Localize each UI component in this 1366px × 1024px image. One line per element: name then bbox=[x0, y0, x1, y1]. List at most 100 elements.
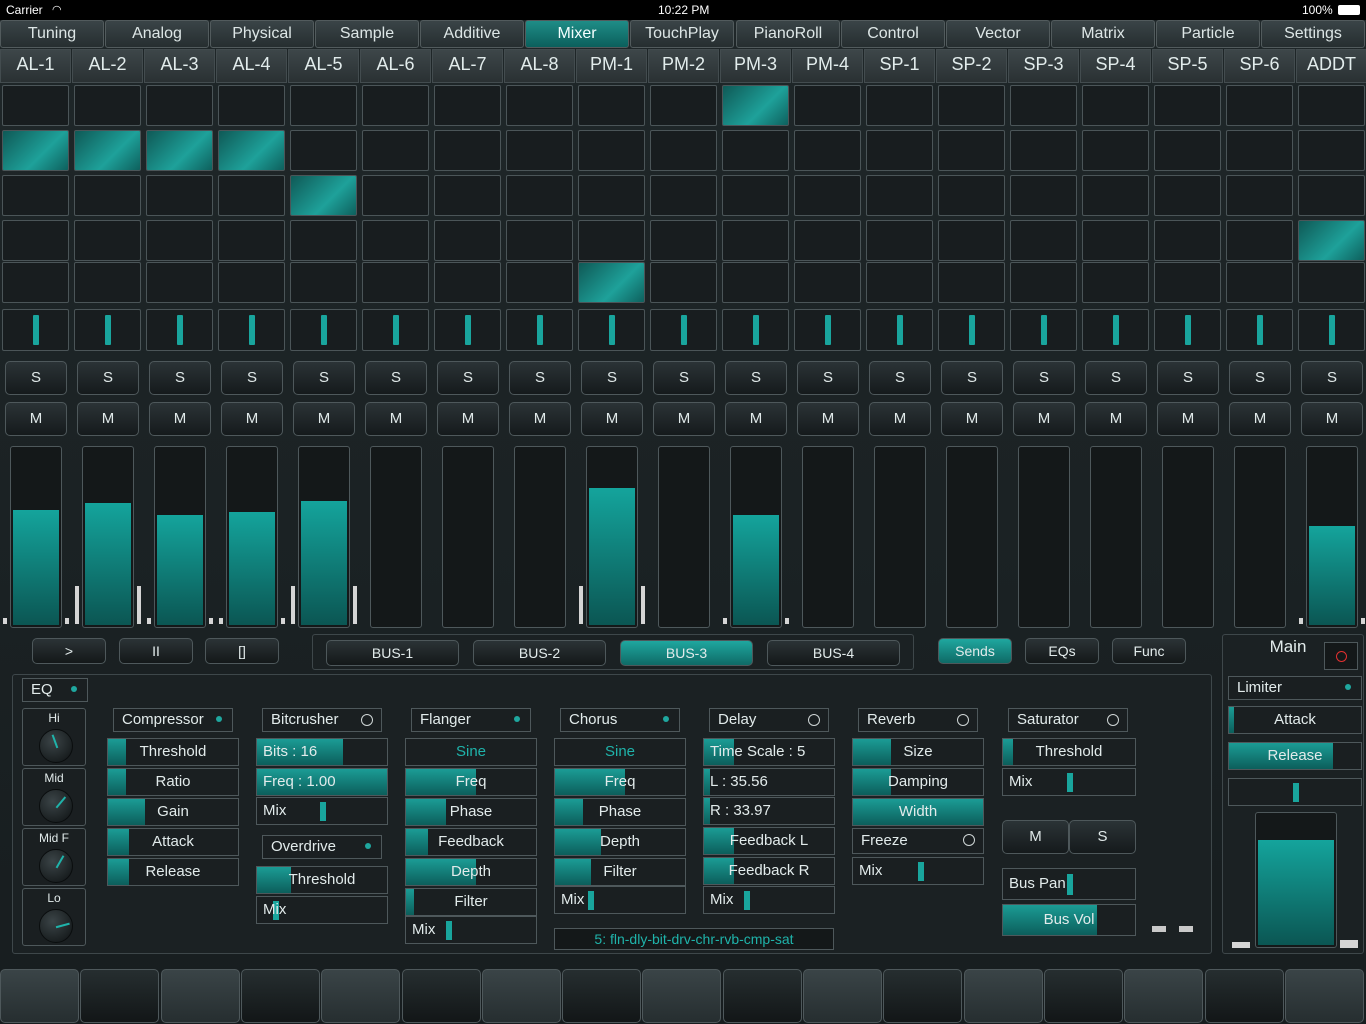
pan-control[interactable] bbox=[1154, 309, 1221, 351]
send-cell[interactable] bbox=[866, 130, 933, 171]
send-cell[interactable] bbox=[1226, 85, 1293, 126]
send-cell[interactable] bbox=[794, 130, 861, 171]
solo-button[interactable]: S bbox=[725, 361, 787, 395]
overdrive-threshold-slider[interactable]: Threshold bbox=[256, 866, 388, 894]
solo-button[interactable]: S bbox=[1229, 361, 1291, 395]
send-cell[interactable] bbox=[722, 175, 789, 216]
send-cell[interactable] bbox=[650, 262, 717, 303]
chorus-phase-slider[interactable]: Phase bbox=[554, 798, 686, 826]
mute-button[interactable]: M bbox=[365, 402, 427, 436]
mute-button[interactable]: M bbox=[5, 402, 67, 436]
freeze-toggle[interactable]: Freeze bbox=[852, 828, 984, 854]
compressor-threshold-slider[interactable]: Threshold bbox=[107, 738, 239, 766]
send-cell[interactable] bbox=[1154, 262, 1221, 303]
eq-knob[interactable] bbox=[39, 849, 73, 883]
send-cell[interactable] bbox=[866, 220, 933, 261]
delay-toggle[interactable]: Delay bbox=[709, 708, 829, 732]
send-cell[interactable] bbox=[146, 130, 213, 171]
eq-knob[interactable] bbox=[39, 909, 73, 943]
send-cell[interactable] bbox=[146, 175, 213, 216]
send-cell[interactable] bbox=[74, 175, 141, 216]
eq-knob[interactable] bbox=[39, 789, 73, 823]
send-cell[interactable] bbox=[1010, 262, 1077, 303]
send-cell[interactable] bbox=[434, 175, 501, 216]
channel-fader[interactable] bbox=[1306, 446, 1358, 628]
solo-button[interactable]: S bbox=[941, 361, 1003, 395]
pan-control[interactable] bbox=[362, 309, 429, 351]
pad-1[interactable] bbox=[0, 969, 79, 1023]
send-cell[interactable] bbox=[1298, 220, 1365, 261]
send-cell[interactable] bbox=[938, 175, 1005, 216]
pad-15[interactable] bbox=[1124, 969, 1204, 1023]
bus-4-button[interactable]: BUS-4 bbox=[767, 640, 900, 666]
pan-control[interactable] bbox=[506, 309, 573, 351]
pan-control[interactable] bbox=[146, 309, 213, 351]
pad-10[interactable] bbox=[722, 969, 802, 1023]
send-cell[interactable] bbox=[1226, 175, 1293, 216]
send-cell[interactable] bbox=[218, 85, 285, 126]
compressor-ratio-slider[interactable]: Ratio bbox=[107, 768, 239, 796]
tab-physical[interactable]: Physical bbox=[210, 20, 314, 48]
solo-button[interactable]: S bbox=[797, 361, 859, 395]
channel-fader[interactable] bbox=[802, 446, 854, 628]
channel-fader[interactable] bbox=[1234, 446, 1286, 628]
channel-fader[interactable] bbox=[874, 446, 926, 628]
send-cell[interactable] bbox=[2, 130, 69, 171]
reverb-width-slider[interactable]: Width bbox=[852, 798, 984, 826]
channel-fader[interactable] bbox=[82, 446, 134, 628]
solo-button[interactable]: S bbox=[509, 361, 571, 395]
send-cell[interactable] bbox=[362, 130, 429, 171]
delay-left-slider[interactable]: L : 35.56 bbox=[703, 768, 835, 796]
mute-button[interactable]: M bbox=[1013, 402, 1075, 436]
overdrive-mix-slider[interactable]: Mix bbox=[256, 896, 388, 924]
pad-3[interactable] bbox=[160, 969, 240, 1023]
solo-button[interactable]: S bbox=[869, 361, 931, 395]
pause-button[interactable]: II bbox=[119, 638, 193, 664]
flanger-mix-slider[interactable]: Mix bbox=[405, 916, 537, 944]
send-cell[interactable] bbox=[1082, 85, 1149, 126]
pan-control[interactable] bbox=[290, 309, 357, 351]
tab-particle[interactable]: Particle bbox=[1156, 20, 1260, 48]
solo-button[interactable]: S bbox=[437, 361, 499, 395]
freq-slider[interactable]: Freq : 1.00 bbox=[256, 768, 388, 796]
mute-button[interactable]: M bbox=[1157, 402, 1219, 436]
send-cell[interactable] bbox=[1010, 130, 1077, 171]
chorus-wave-selector[interactable]: Sine bbox=[554, 738, 686, 766]
chorus-mix-slider[interactable]: Mix bbox=[554, 886, 686, 914]
send-cell[interactable] bbox=[1082, 130, 1149, 171]
flanger-feedback-slider[interactable]: Feedback bbox=[405, 828, 537, 856]
solo-button[interactable]: S bbox=[1157, 361, 1219, 395]
pan-control[interactable] bbox=[74, 309, 141, 351]
pan-control[interactable] bbox=[2, 309, 69, 351]
chorus-freq-slider[interactable]: Freq bbox=[554, 768, 686, 796]
send-cell[interactable] bbox=[650, 85, 717, 126]
solo-button[interactable]: S bbox=[77, 361, 139, 395]
send-cell[interactable] bbox=[578, 220, 645, 261]
stop-button[interactable]: [] bbox=[205, 638, 279, 664]
send-cell[interactable] bbox=[74, 262, 141, 303]
tab-pianoroll[interactable]: PianoRoll bbox=[736, 20, 840, 48]
send-cell[interactable] bbox=[1010, 175, 1077, 216]
mute-button[interactable]: M bbox=[1301, 402, 1363, 436]
send-cell[interactable] bbox=[794, 220, 861, 261]
send-cell[interactable] bbox=[362, 175, 429, 216]
send-cell[interactable] bbox=[146, 85, 213, 126]
channel-fader[interactable] bbox=[226, 446, 278, 628]
bitcrusher-mix-slider[interactable]: Mix bbox=[256, 797, 388, 825]
send-cell[interactable] bbox=[794, 175, 861, 216]
saturator-mix-slider[interactable]: Mix bbox=[1002, 768, 1136, 796]
send-cell[interactable] bbox=[506, 220, 573, 261]
flanger-depth-slider[interactable]: Depth bbox=[405, 858, 537, 886]
flanger-phase-slider[interactable]: Phase bbox=[405, 798, 537, 826]
reverb-mix-slider[interactable]: Mix bbox=[852, 857, 984, 885]
delay-mix-slider[interactable]: Mix bbox=[703, 886, 835, 914]
send-cell[interactable] bbox=[866, 262, 933, 303]
bus-volume-slider[interactable]: Bus Vol bbox=[1002, 904, 1136, 936]
pad-6[interactable] bbox=[401, 969, 481, 1023]
channel-fader[interactable] bbox=[154, 446, 206, 628]
limiter-attack-slider[interactable]: Attack bbox=[1228, 706, 1362, 734]
pan-control[interactable] bbox=[794, 309, 861, 351]
mute-button[interactable]: M bbox=[653, 402, 715, 436]
send-cell[interactable] bbox=[1226, 130, 1293, 171]
send-cell[interactable] bbox=[2, 85, 69, 126]
